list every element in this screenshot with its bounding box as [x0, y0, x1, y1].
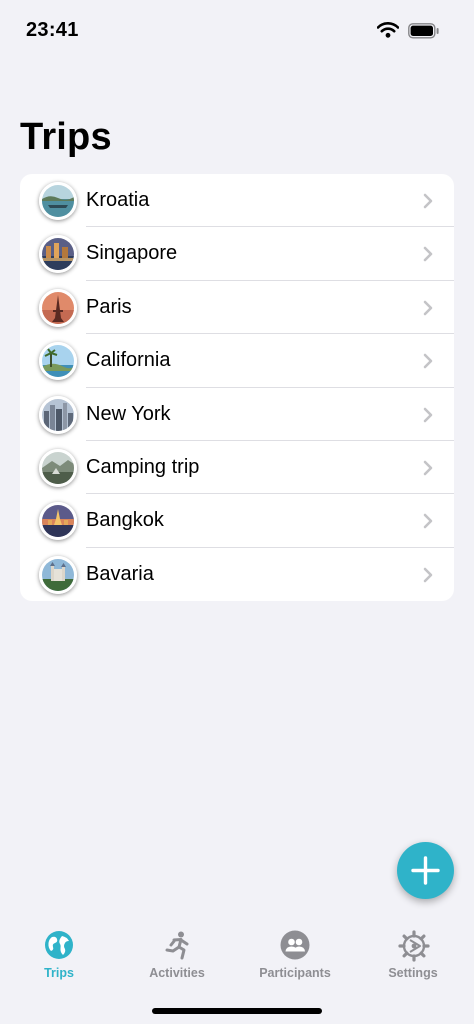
trip-row-paris[interactable]: Paris: [20, 281, 454, 335]
trip-name: Bangkok: [86, 509, 164, 532]
status-time: 23:41: [26, 19, 79, 41]
tab-activities[interactable]: Activities: [118, 915, 236, 985]
eiffel-tower-photo: [39, 288, 77, 327]
trip-row-bavaria[interactable]: Bavaria: [20, 548, 454, 601]
trip-row-california[interactable]: California: [20, 334, 454, 388]
trip-name: Paris: [86, 295, 132, 318]
palm-coast-photo: [39, 342, 77, 381]
tab-settings[interactable]: Settings: [354, 915, 472, 985]
chevron-right-icon: [423, 460, 433, 481]
trip-name: Bavaria: [86, 562, 154, 585]
tab-label: Trips: [44, 966, 74, 980]
chevron-right-icon: [423, 300, 433, 321]
coast-photo: [39, 182, 77, 220]
chevron-right-icon: [423, 193, 433, 214]
skyline-photo: [39, 395, 77, 434]
trip-list: Kroatia Singapore Paris California New Y…: [20, 174, 454, 601]
tab-label: Activities: [149, 966, 205, 980]
plus-icon: [411, 856, 440, 885]
trip-row-singapore[interactable]: Singapore: [20, 227, 454, 281]
chevron-right-icon: [423, 246, 433, 267]
camp-landscape-photo: [39, 448, 77, 487]
running-icon: [162, 930, 192, 965]
chevron-right-icon: [423, 513, 433, 534]
trip-name: Kroatia: [86, 189, 150, 211]
wifi-icon: [376, 22, 400, 43]
trip-row-camping-trip[interactable]: Camping trip: [20, 441, 454, 495]
add-trip-button[interactable]: [397, 842, 454, 899]
trip-name: New York: [86, 402, 171, 425]
trip-row-kroatia[interactable]: Kroatia: [20, 174, 454, 228]
home-indicator: [152, 1008, 322, 1014]
chevron-right-icon: [423, 407, 433, 428]
castle-photo: [39, 555, 77, 594]
tab-participants[interactable]: Participants: [236, 915, 354, 985]
trip-name: Singapore: [86, 242, 178, 265]
chevron-right-icon: [423, 567, 433, 588]
chevron-right-icon: [423, 353, 433, 374]
trip-name: California: [86, 349, 171, 372]
people-icon: [280, 930, 310, 965]
tab-label: Settings: [388, 966, 438, 980]
trip-name: Camping trip: [86, 455, 200, 478]
status-bar: 23:41: [0, 0, 474, 60]
gear-icon: [398, 930, 430, 967]
trip-row-new-york[interactable]: New York: [20, 388, 454, 441]
tab-trips[interactable]: Trips: [0, 915, 118, 985]
temple-photo: [39, 502, 77, 541]
tab-label: Participants: [259, 966, 331, 980]
city-night-photo: [39, 235, 77, 274]
battery-icon: [408, 23, 440, 44]
trip-row-bangkok[interactable]: Bangkok: [20, 494, 454, 548]
globe-icon: [44, 930, 74, 965]
page-title: Trips: [20, 116, 112, 158]
